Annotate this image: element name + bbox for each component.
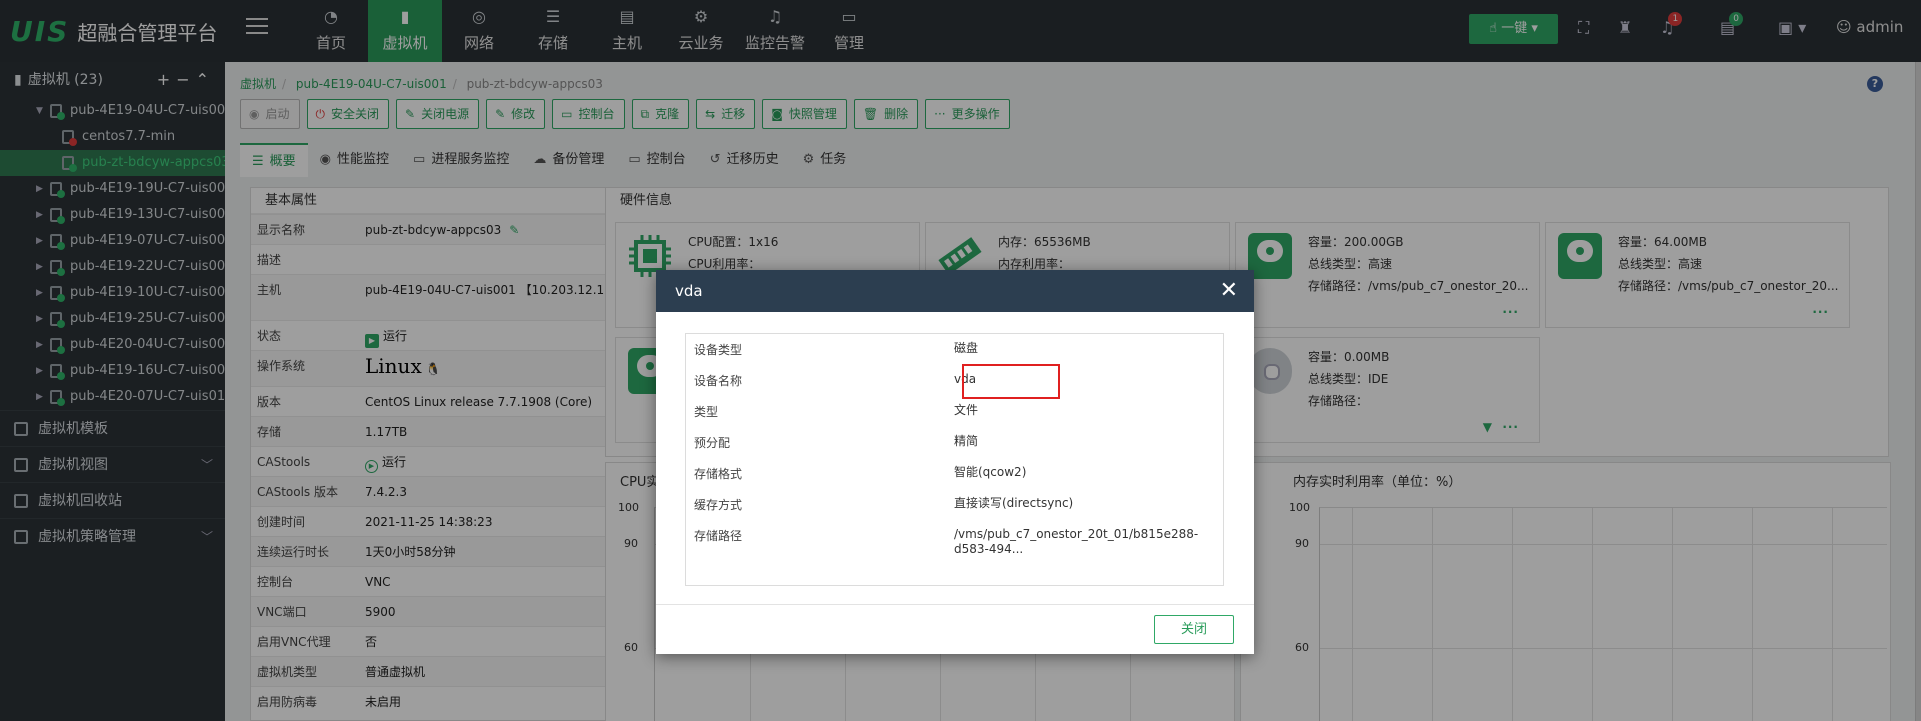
dialog-body: 设备类型 磁盘 设备名称 vda 类型 文件 预分配 精简 存储格式 智能(qcow2) … xyxy=(685,333,1224,586)
detail-key: 设备类型 xyxy=(694,343,743,357)
dialog-header: vda ✕ xyxy=(656,270,1254,312)
close-icon[interactable]: ✕ xyxy=(1220,270,1238,312)
highlight-box xyxy=(962,364,1060,399)
detail-key: 缓存方式 xyxy=(694,498,743,512)
detail-key: 存储路径 xyxy=(694,529,743,543)
dialog-title: vda xyxy=(675,282,703,300)
detail-key: 预分配 xyxy=(694,436,731,450)
detail-value: 磁盘 xyxy=(954,341,979,355)
close-button[interactable]: 关闭 xyxy=(1154,615,1234,644)
detail-value: 智能(qcow2) xyxy=(954,465,1027,479)
disk-detail-dialog: vda ✕ 设备类型 磁盘 设备名称 vda 类型 文件 预分配 精简 存储格式 智能(q… xyxy=(656,270,1254,654)
dialog-footer: 关闭 xyxy=(656,604,1254,654)
detail-value: 文件 xyxy=(954,403,979,417)
detail-key: 存储格式 xyxy=(694,467,743,481)
detail-value: /vms/pub_c7_onestor_20t_01/b815e288-d583… xyxy=(954,527,1199,556)
detail-key: 类型 xyxy=(694,405,719,419)
detail-key: 设备名称 xyxy=(694,374,743,388)
detail-value: 精简 xyxy=(954,434,979,448)
detail-value: 直接读写(directsync) xyxy=(954,496,1074,510)
